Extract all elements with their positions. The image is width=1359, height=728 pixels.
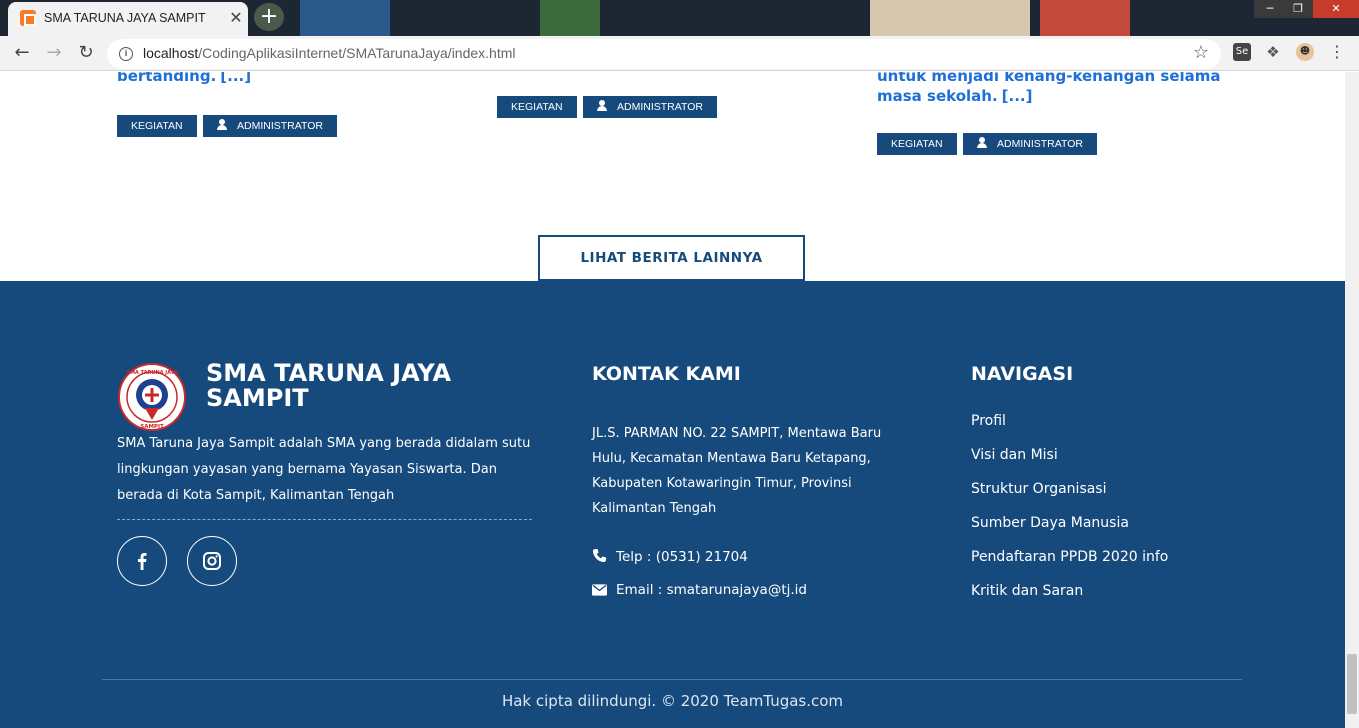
menu-kebab-icon[interactable]: ⋮	[1328, 43, 1346, 61]
background-decoration	[300, 0, 390, 36]
site-info-icon[interactable]: i	[119, 47, 133, 61]
footer-about-text: SMA Taruna Jaya Sampit adalah SMA yang b…	[117, 436, 531, 503]
read-more-link[interactable]: [...]	[1002, 87, 1033, 105]
footer-address: JL.S. PARMAN NO. 22 SAMPIT, Mentawa Baru…	[592, 426, 882, 516]
tab-title: SMA TARUNA JAYA SAMPIT	[44, 11, 206, 25]
author-tag[interactable]: ADMINISTRATOR	[583, 96, 717, 118]
user-icon	[597, 100, 607, 111]
footer-nav-link-ppdb[interactable]: Pendaftaran PPDB 2020 info	[971, 549, 1168, 565]
close-window-button[interactable]: ✕	[1313, 0, 1359, 18]
browser-tab[interactable]: SMA TARUNA JAYA SAMPIT ✕	[8, 2, 248, 36]
phone-icon	[592, 548, 607, 563]
back-arrow-icon[interactable]: ←	[8, 39, 36, 67]
facebook-icon	[138, 553, 147, 570]
user-icon	[977, 137, 987, 148]
background-decoration	[540, 0, 600, 36]
category-tag[interactable]: KEGIATAN	[877, 133, 957, 155]
footer-nav-link-visi-misi[interactable]: Visi dan Misi	[971, 447, 1058, 463]
news-excerpt: bertanding. [...]	[117, 72, 251, 86]
copyright-text: Hak cipta dilindungi. © 2020 TeamTugas.c…	[501, 692, 844, 710]
new-tab-button[interactable]: +	[254, 3, 284, 31]
contact-title: KONTAK KAMI	[592, 363, 741, 385]
instagram-icon	[203, 552, 221, 570]
news-excerpt: untuk menjadi kenang-kenangan selama mas…	[877, 72, 1221, 105]
background-decoration	[870, 0, 1030, 36]
scrollbar-thumb[interactable]	[1347, 654, 1357, 714]
url-text[interactable]: localhost/CodingAplikasiInternet/SMATaru…	[143, 45, 516, 61]
dashed-divider	[117, 519, 532, 520]
author-tag[interactable]: ADMINISTRATOR	[203, 115, 337, 137]
xampp-favicon-icon	[20, 10, 36, 26]
navigation-title: NAVIGASI	[971, 363, 1074, 385]
extensions-puzzle-icon[interactable]: ❖	[1264, 43, 1282, 61]
category-tag[interactable]: KEGIATAN	[497, 96, 577, 118]
footer-school-name: SMA TARUNA JAYA SAMPIT	[206, 359, 452, 412]
restore-window-button[interactable]: ❐	[1282, 0, 1314, 18]
facebook-button[interactable]	[117, 536, 167, 586]
footer-nav-link-struktur[interactable]: Struktur Organisasi	[971, 481, 1107, 497]
svg-text:SMA TARUNA JAYA: SMA TARUNA JAYA	[126, 370, 177, 376]
email-line: Email : smatarunajaya@tj.id	[592, 582, 807, 598]
footer-nav-link-profil[interactable]: Profil	[971, 413, 1006, 429]
page-scrollbar[interactable]	[1345, 72, 1359, 728]
bookmark-star-icon[interactable]: ☆	[1193, 42, 1209, 63]
more-news-button[interactable]: LIHAT BERITA LAINNYA	[538, 235, 805, 281]
svg-text:SAMPIT: SAMPIT	[140, 424, 164, 430]
page-viewport: bertanding. [...] KEGIATAN ADMINISTRATOR …	[0, 72, 1345, 728]
phone-line: Telp : (0531) 21704	[592, 548, 748, 565]
site-footer: SMA TARUNA JAYA SAMPIT SMA TARUNA JAYA S…	[0, 281, 1345, 728]
footer-nav-link-kritik[interactable]: Kritik dan Saran	[971, 583, 1083, 599]
user-icon	[217, 119, 227, 130]
instagram-button[interactable]	[187, 536, 237, 586]
author-tag[interactable]: ADMINISTRATOR	[963, 133, 1097, 155]
forward-arrow-icon[interactable]: →	[40, 39, 68, 67]
browser-toolbar: ← → ↻ i localhost/CodingAplikasiInternet…	[0, 36, 1359, 71]
close-tab-icon[interactable]: ✕	[226, 8, 246, 28]
envelope-icon	[592, 584, 607, 596]
category-tag[interactable]: KEGIATAN	[117, 115, 197, 137]
school-logo: SMA TARUNA JAYA SAMPIT	[118, 363, 186, 431]
read-more-link[interactable]: [...]	[220, 72, 251, 85]
browser-titlebar: SMA TARUNA JAYA SAMPIT ✕ + ─ ❐ ✕	[0, 0, 1359, 36]
background-decoration	[1040, 0, 1130, 36]
address-bar[interactable]: i localhost/CodingAplikasiInternet/SMATa…	[107, 39, 1221, 69]
profile-avatar-icon[interactable]: ☻	[1296, 43, 1314, 61]
footer-nav-link-sdm[interactable]: Sumber Daya Manusia	[971, 515, 1129, 531]
reload-icon[interactable]: ↻	[72, 39, 100, 67]
footer-divider	[102, 679, 1242, 680]
selenium-extension-icon[interactable]: Se	[1233, 43, 1251, 61]
